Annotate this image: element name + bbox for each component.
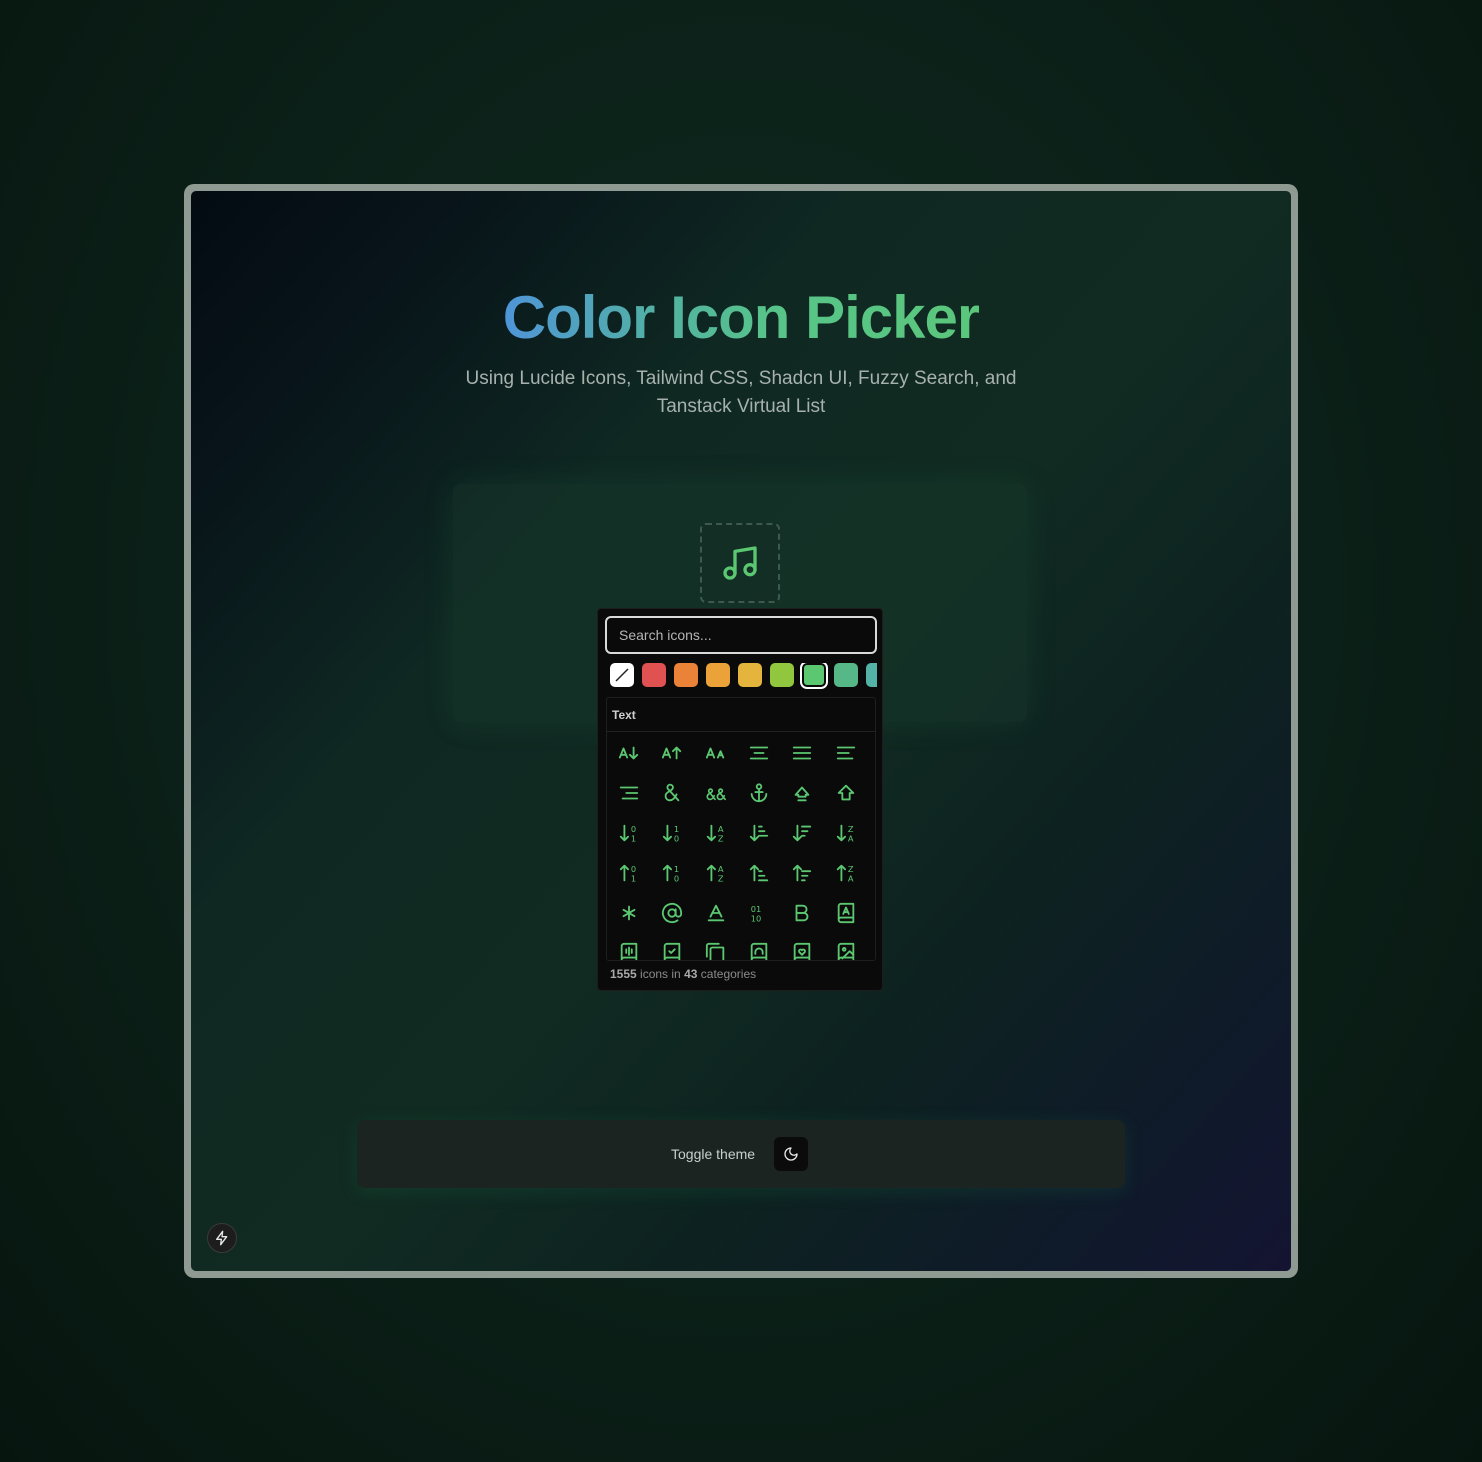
theme-toggle-bar: Toggle theme (357, 1120, 1125, 1188)
arrow-down-narrow-wide-icon[interactable] (744, 818, 774, 848)
toggle-theme-label: Toggle theme (671, 1146, 756, 1162)
icon-picker-popover: Text (597, 608, 883, 991)
book-a-icon[interactable] (831, 898, 861, 928)
music-icon (723, 546, 757, 580)
svg-text:1: 1 (631, 833, 636, 843)
book-headphones-icon[interactable] (744, 938, 774, 960)
arrow-big-up-icon[interactable] (831, 778, 861, 808)
svg-text:10: 10 (751, 913, 762, 923)
bold-icon[interactable] (787, 898, 817, 928)
moon-icon (784, 1147, 798, 1161)
icon-count: 1555 (610, 967, 637, 981)
arrow-down-z-a-icon[interactable]: ZA (831, 818, 861, 848)
swatch-yellow[interactable] (738, 663, 762, 687)
book-copy-icon[interactable] (701, 938, 731, 960)
align-left-icon[interactable] (831, 738, 861, 768)
arrow-up-0-1-icon[interactable]: 01 (614, 858, 644, 888)
arrow-down-0-1-icon[interactable]: 01 (614, 818, 644, 848)
picker-footer: 1555 icons in 43 categories (610, 967, 757, 981)
svg-text:Z: Z (718, 833, 724, 843)
baseline-icon[interactable] (701, 898, 731, 928)
color-swatches (610, 663, 877, 689)
svg-text:Z: Z (718, 873, 724, 883)
arrow-up-wide-narrow-icon[interactable] (787, 858, 817, 888)
swatch-red[interactable] (642, 663, 666, 687)
book-audio-icon[interactable] (614, 938, 644, 960)
swatch-amber[interactable] (706, 663, 730, 687)
svg-text:1: 1 (631, 873, 636, 883)
case-sensitive-icon[interactable] (701, 738, 731, 768)
align-center-icon[interactable] (744, 738, 774, 768)
category-count: 43 (684, 967, 698, 981)
arrow-up-narrow-wide-icon[interactable] (744, 858, 774, 888)
arrow-down-1-0-icon[interactable]: 10 (657, 818, 687, 848)
align-justify-icon[interactable] (787, 738, 817, 768)
svg-text:A: A (848, 833, 854, 843)
anchor-icon[interactable] (744, 778, 774, 808)
at-sign-icon[interactable] (657, 898, 687, 928)
icon-picker-trigger[interactable] (700, 523, 780, 603)
svg-text:0: 0 (674, 873, 679, 883)
arrow-up-a-icon[interactable] (657, 738, 687, 768)
app-frame: Color Icon Picker Using Lucide Icons, Ta… (184, 184, 1298, 1278)
dev-tools-button[interactable] (207, 1223, 237, 1253)
swatch-green[interactable] (800, 663, 828, 689)
binary-icon[interactable]: 01 10 (744, 898, 774, 928)
align-right-icon[interactable] (614, 778, 644, 808)
page-subtitle: Using Lucide Icons, Tailwind CSS, Shadcn… (465, 368, 1017, 417)
arrow-up-1-0-icon[interactable]: 10 (657, 858, 687, 888)
swatch-lime[interactable] (770, 663, 794, 687)
ampersands-icon[interactable] (701, 778, 731, 808)
ampersand-icon[interactable] (657, 778, 687, 808)
asterisk-icon[interactable] (614, 898, 644, 928)
arrow-up-a-z-icon[interactable]: AZ (701, 858, 731, 888)
book-check-icon[interactable] (657, 938, 687, 960)
toggle-theme-button[interactable] (774, 1137, 808, 1171)
arrow-down-a-icon[interactable] (614, 738, 644, 768)
category-label: Text (607, 698, 875, 732)
bolt-icon (216, 1230, 228, 1246)
swatch-emerald[interactable] (834, 663, 858, 687)
app-screen: Color Icon Picker Using Lucide Icons, Ta… (191, 191, 1291, 1271)
swatch-orange[interactable] (674, 663, 698, 687)
page-title: Color Icon Picker (502, 284, 980, 351)
arrow-down-a-z-icon[interactable]: AZ (701, 818, 731, 848)
book-heart-icon[interactable] (787, 938, 817, 960)
swatch-teal[interactable] (866, 663, 877, 687)
svg-text:0: 0 (674, 833, 679, 843)
swatch-none[interactable] (610, 663, 634, 687)
arrow-big-up-dash-icon[interactable] (787, 778, 817, 808)
book-image-icon[interactable] (831, 938, 861, 960)
arrow-up-z-a-icon[interactable]: ZA (831, 858, 861, 888)
svg-text:A: A (848, 873, 854, 883)
search-input[interactable] (605, 616, 877, 654)
icon-grid: Text 0 1 1 0 A Z Z A 0 1 1 0 A Z Z A 01 … (606, 697, 876, 961)
arrow-down-wide-narrow-icon[interactable] (787, 818, 817, 848)
